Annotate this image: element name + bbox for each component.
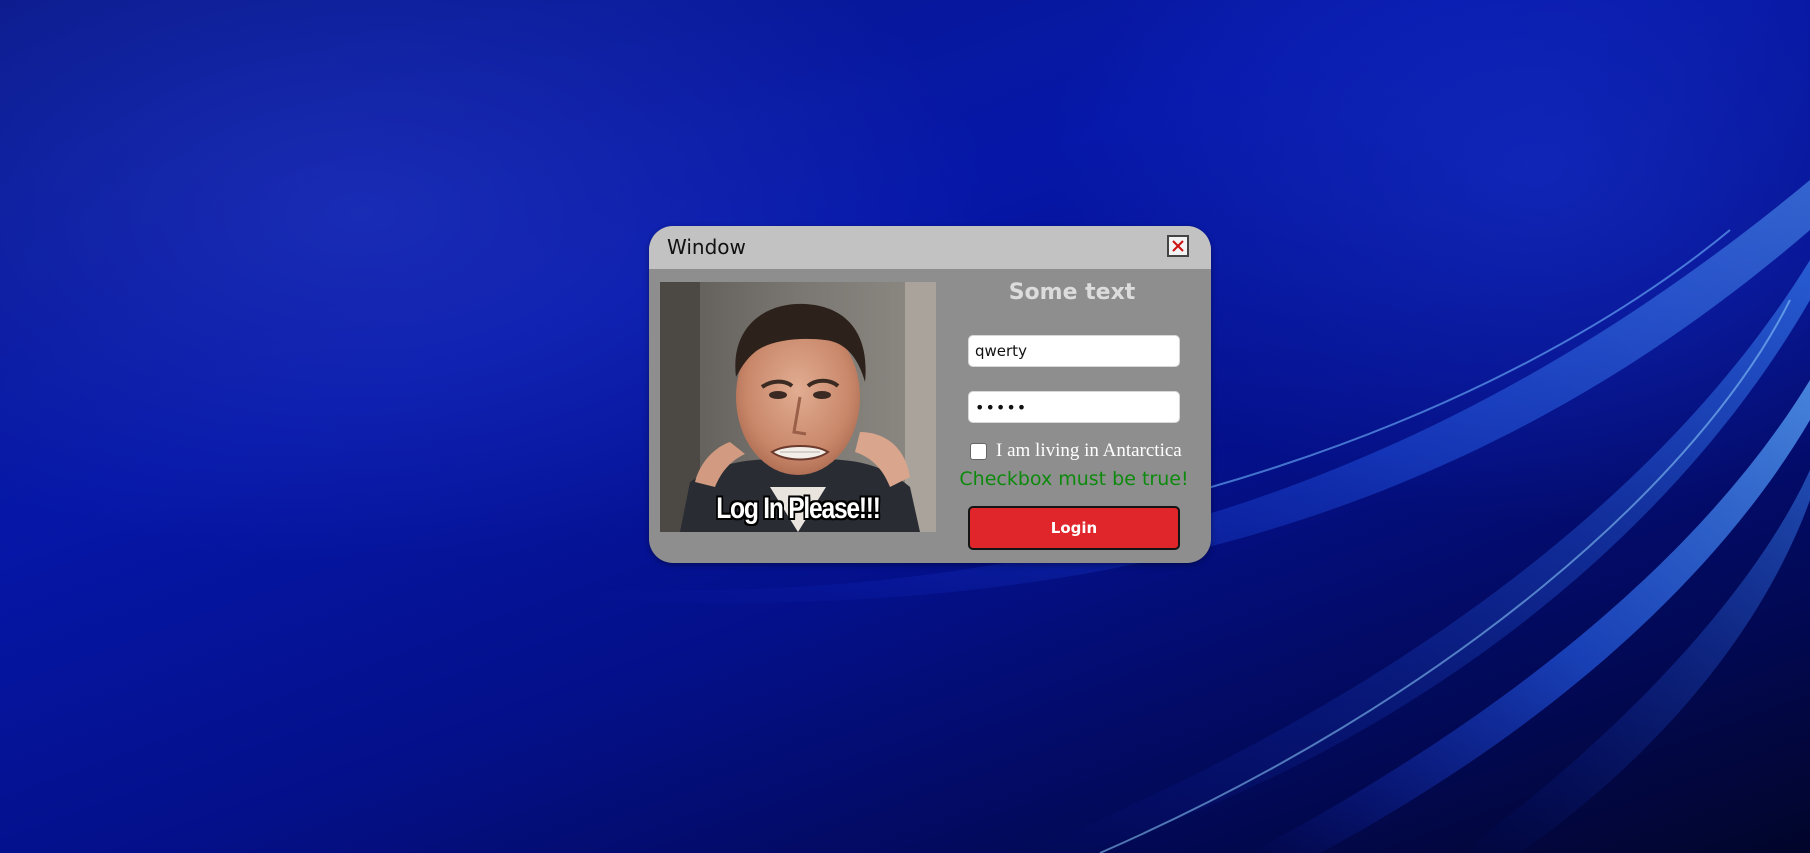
login-button[interactable]: Login xyxy=(968,506,1180,550)
login-dialog: Window Log In Please!!! Some text qwerty… xyxy=(649,226,1211,563)
antarctica-checkbox-label[interactable]: I am living in Antarctica xyxy=(996,440,1182,462)
antarctica-checkbox[interactable] xyxy=(970,442,987,460)
login-button-label: Login xyxy=(1050,519,1098,537)
antarctica-checkbox-row[interactable]: I am living in Antarctica xyxy=(970,440,1182,462)
password-input[interactable] xyxy=(968,391,1180,423)
meme-caption: Log In Please!!! xyxy=(716,492,881,525)
window-title: Window xyxy=(667,235,746,259)
form-heading: Some text xyxy=(1008,280,1136,305)
window-titlebar[interactable]: Window xyxy=(649,226,1211,269)
close-x-icon xyxy=(1172,240,1184,252)
username-input[interactable] xyxy=(968,335,1180,367)
close-button[interactable] xyxy=(1167,235,1189,257)
validation-message: Checkbox must be true! xyxy=(959,468,1189,490)
meme-image: Log In Please!!! xyxy=(660,282,936,532)
